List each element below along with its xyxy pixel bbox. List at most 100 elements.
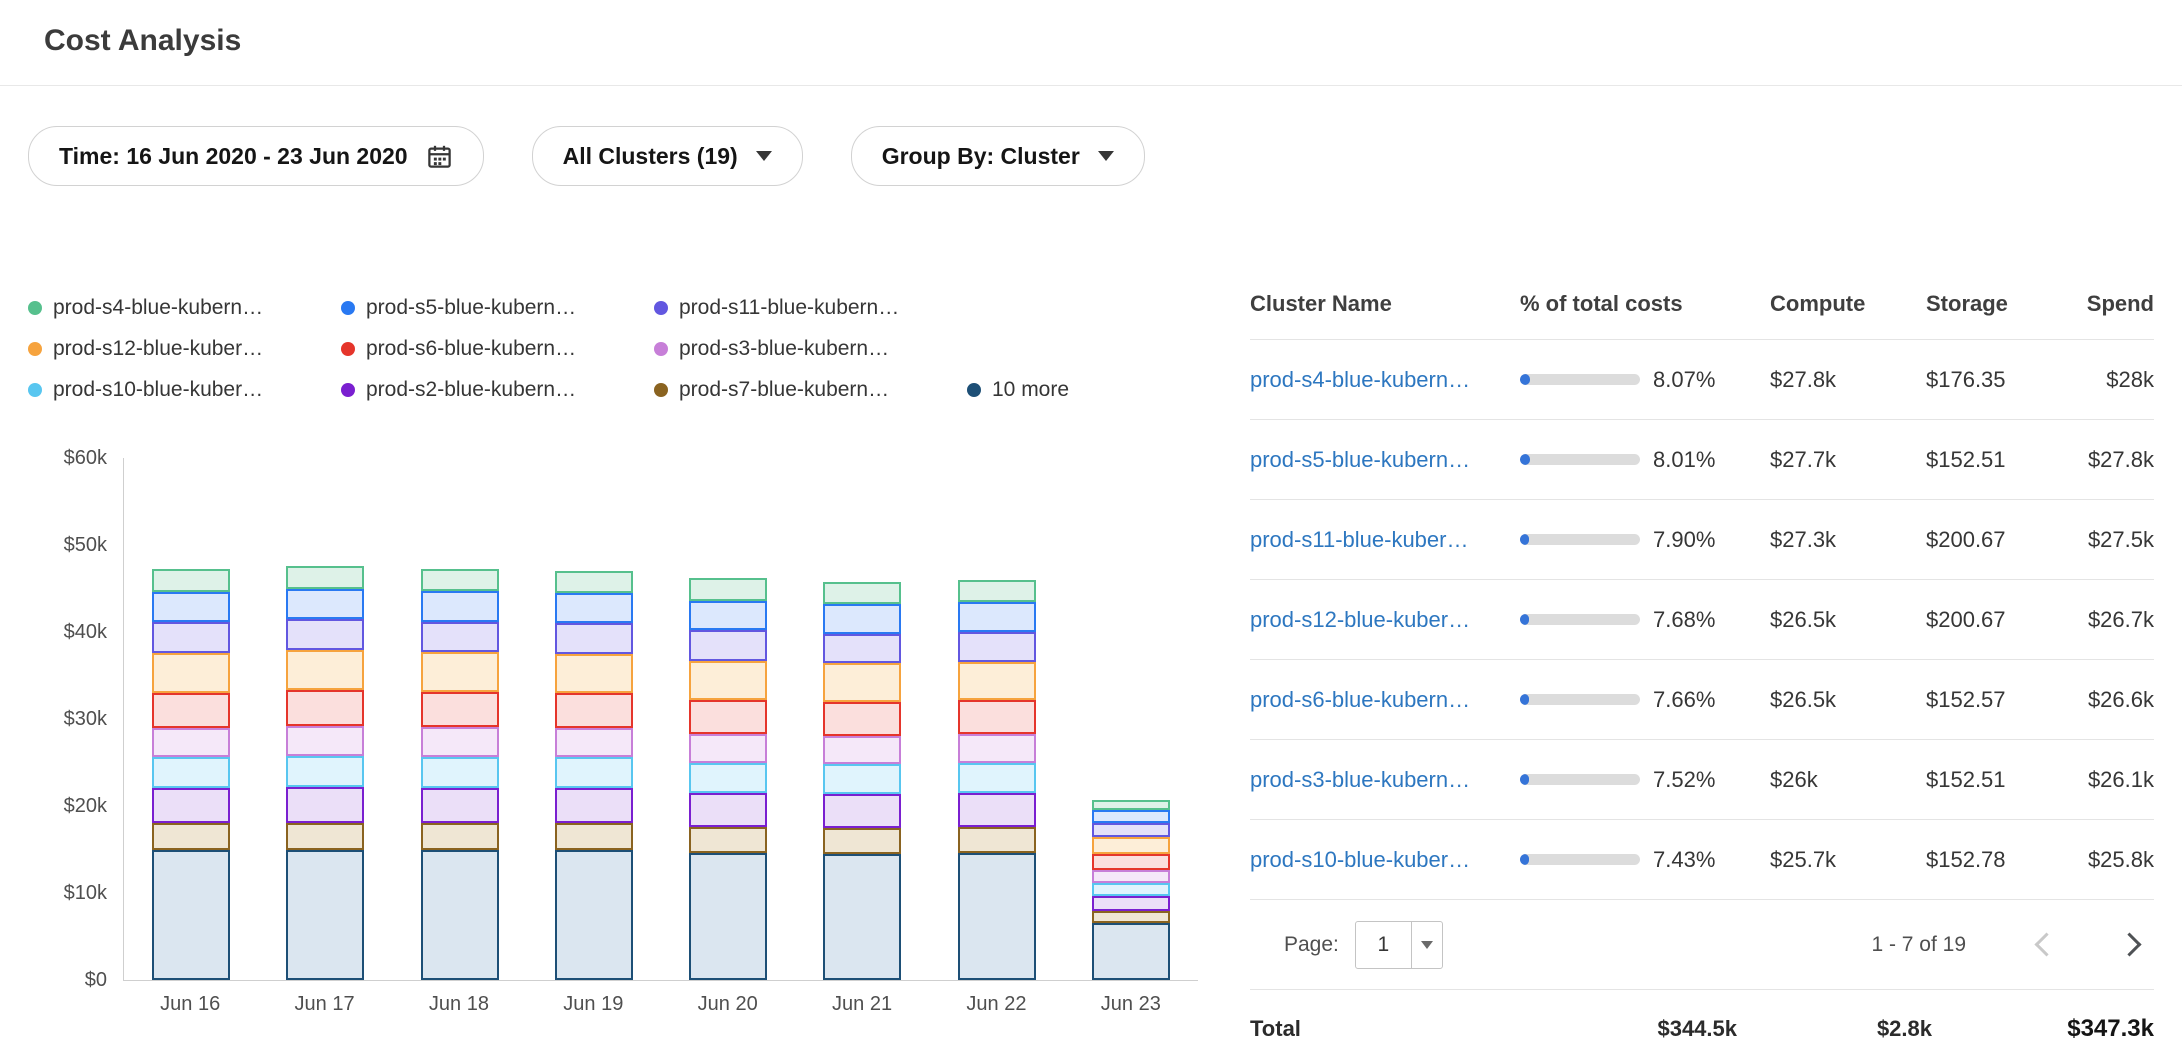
stacked-bar[interactable]	[823, 582, 901, 980]
bar-segment[interactable]	[421, 757, 499, 787]
bar-segment[interactable]	[958, 700, 1036, 734]
bar-segment[interactable]	[555, 693, 633, 728]
cluster-name-link[interactable]: prod-s10-blue-kuber…	[1250, 847, 1520, 873]
stacked-bar[interactable]	[555, 571, 633, 980]
stacked-bar[interactable]	[286, 566, 364, 980]
bar-segment[interactable]	[152, 622, 230, 652]
bar-segment[interactable]	[1092, 810, 1170, 823]
bar-segment[interactable]	[823, 634, 901, 664]
bar-segment[interactable]	[958, 763, 1036, 793]
bar-segment[interactable]	[1092, 823, 1170, 836]
bar-segment[interactable]	[286, 756, 364, 786]
bar-segment[interactable]	[958, 734, 1036, 764]
stacked-bar[interactable]	[421, 569, 499, 980]
bar-segment[interactable]	[823, 702, 901, 736]
bar-segment[interactable]	[555, 850, 633, 981]
bar-segment[interactable]	[152, 823, 230, 850]
bar-segment[interactable]	[286, 850, 364, 981]
bar-segment[interactable]	[1092, 923, 1170, 980]
bar-segment[interactable]	[823, 854, 901, 980]
bar-segment[interactable]	[689, 734, 767, 764]
bar-segment[interactable]	[1092, 870, 1170, 883]
bar-segment[interactable]	[1092, 883, 1170, 896]
bar-segment[interactable]	[823, 582, 901, 604]
bar-segment[interactable]	[958, 662, 1036, 700]
bar-segment[interactable]	[1092, 800, 1170, 810]
cluster-name-link[interactable]: prod-s6-blue-kubern…	[1250, 687, 1520, 713]
bar-segment[interactable]	[152, 788, 230, 823]
bar-segment[interactable]	[823, 604, 901, 634]
bar-segment[interactable]	[689, 827, 767, 853]
bar-segment[interactable]	[958, 580, 1036, 602]
page-select[interactable]: 1	[1355, 921, 1443, 969]
bar-segment[interactable]	[555, 571, 633, 593]
bar-segment[interactable]	[1092, 911, 1170, 922]
bar-segment[interactable]	[689, 853, 767, 980]
bar-segment[interactable]	[958, 827, 1036, 853]
stacked-bar[interactable]	[152, 569, 230, 980]
bar-segment[interactable]	[152, 757, 230, 787]
cluster-name-link[interactable]: prod-s5-blue-kubern…	[1250, 447, 1520, 473]
bar-segment[interactable]	[421, 652, 499, 692]
next-page-button[interactable]	[2113, 928, 2146, 961]
bar-segment[interactable]	[152, 653, 230, 693]
bar-segment[interactable]	[152, 693, 230, 728]
bar-segment[interactable]	[689, 661, 767, 700]
bar-segment[interactable]	[152, 569, 230, 592]
bar-segment[interactable]	[555, 654, 633, 693]
bar-segment[interactable]	[286, 619, 364, 650]
prev-page-button[interactable]	[2030, 928, 2063, 961]
stacked-bar[interactable]	[689, 578, 767, 980]
bar-segment[interactable]	[823, 764, 901, 794]
bar-segment[interactable]	[286, 690, 364, 726]
bar-segment[interactable]	[286, 650, 364, 690]
bar-segment[interactable]	[421, 569, 499, 592]
bar-segment[interactable]	[555, 623, 633, 653]
bar-segment[interactable]	[286, 823, 364, 850]
bar-segment[interactable]	[286, 787, 364, 823]
bar-segment[interactable]	[555, 593, 633, 623]
bar-segment[interactable]	[958, 602, 1036, 632]
bar-segment[interactable]	[823, 794, 901, 828]
bar-segment[interactable]	[421, 850, 499, 981]
bar-segment[interactable]	[689, 700, 767, 734]
time-range-filter[interactable]: Time: 16 Jun 2020 - 23 Jun 2020	[28, 126, 484, 186]
bar-segment[interactable]	[1092, 837, 1170, 854]
bar-segment[interactable]	[958, 632, 1036, 662]
stacked-bar[interactable]	[958, 580, 1036, 980]
bar-segment[interactable]	[689, 601, 767, 631]
bar-segment[interactable]	[555, 728, 633, 758]
cluster-name-link[interactable]: prod-s4-blue-kubern…	[1250, 367, 1520, 393]
group-by-filter[interactable]: Group By: Cluster	[851, 126, 1145, 186]
stacked-bar[interactable]	[1092, 800, 1170, 980]
bar-segment[interactable]	[286, 566, 364, 589]
bar-segment[interactable]	[421, 692, 499, 727]
bar-segment[interactable]	[823, 736, 901, 765]
bar-segment[interactable]	[1092, 854, 1170, 870]
bar-segment[interactable]	[689, 630, 767, 660]
bar-segment[interactable]	[958, 853, 1036, 980]
cluster-name-link[interactable]: prod-s11-blue-kuber…	[1250, 527, 1520, 553]
bar-segment[interactable]	[421, 591, 499, 621]
bar-segment[interactable]	[1092, 896, 1170, 912]
bar-segment[interactable]	[689, 578, 767, 601]
bar-segment[interactable]	[689, 763, 767, 793]
cluster-name-link[interactable]: prod-s3-blue-kubern…	[1250, 767, 1520, 793]
bar-segment[interactable]	[555, 823, 633, 850]
bar-segment[interactable]	[555, 757, 633, 787]
clusters-filter[interactable]: All Clusters (19)	[532, 126, 803, 186]
bar-segment[interactable]	[421, 823, 499, 850]
bar-segment[interactable]	[421, 622, 499, 652]
bar-segment[interactable]	[152, 592, 230, 622]
cluster-name-link[interactable]: prod-s12-blue-kuber…	[1250, 607, 1520, 633]
bar-segment[interactable]	[689, 793, 767, 827]
bar-segment[interactable]	[823, 828, 901, 854]
bar-segment[interactable]	[152, 728, 230, 758]
bar-segment[interactable]	[152, 850, 230, 981]
bar-segment[interactable]	[286, 726, 364, 756]
bar-segment[interactable]	[555, 788, 633, 823]
bar-segment[interactable]	[286, 589, 364, 619]
bar-segment[interactable]	[958, 793, 1036, 827]
bar-segment[interactable]	[421, 727, 499, 757]
bar-segment[interactable]	[823, 663, 901, 701]
